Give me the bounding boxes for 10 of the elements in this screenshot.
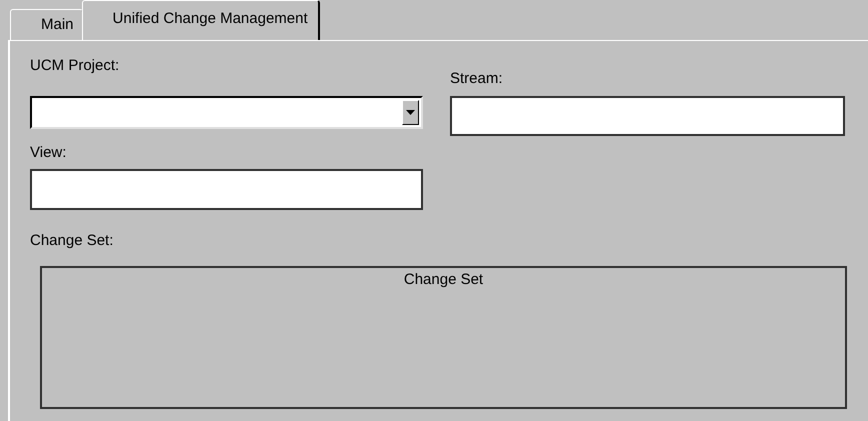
dropdown-field[interactable] (30, 96, 423, 129)
field-label: Change Set: (30, 231, 114, 251)
input-field[interactable] (450, 96, 845, 136)
field-label: Stream: (450, 69, 504, 89)
field-label: View: (30, 143, 68, 163)
column-header: Change Set (402, 270, 484, 290)
change-set-list[interactable]: Change Set (40, 266, 847, 409)
input-field[interactable] (30, 169, 423, 210)
field-label: UCM Project: (30, 56, 120, 76)
tab[interactable]: Unified Change Management (82, 0, 320, 40)
